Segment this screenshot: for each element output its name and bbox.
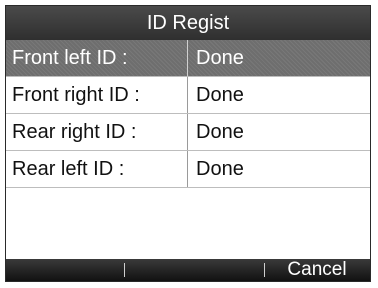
row-label: Rear right ID : — [6, 114, 188, 150]
title-bar: ID Regist — [6, 6, 370, 40]
row-front-right-id[interactable]: Front right ID : Done — [6, 77, 370, 114]
row-rear-left-id[interactable]: Rear left ID : Done — [6, 151, 370, 188]
row-status: Done — [196, 46, 244, 69]
id-list: Front left ID : Done Front right ID : Do… — [6, 40, 370, 188]
row-status: Done — [196, 120, 244, 143]
screen-title: ID Regist — [146, 11, 230, 34]
row-label: Front right ID : — [6, 77, 188, 113]
softkey-divider — [124, 263, 125, 277]
row-front-left-id[interactable]: Front left ID : Done — [6, 40, 370, 77]
softkey-left[interactable] — [6, 259, 124, 281]
device-screen: ID Regist Front left ID : Done Front rig… — [5, 5, 371, 282]
row-rear-right-id[interactable]: Rear right ID : Done — [6, 114, 370, 151]
row-status: Done — [196, 83, 244, 106]
softkey-bar: Cancel — [6, 259, 370, 281]
softkey-middle[interactable] — [124, 259, 264, 281]
row-label: Rear left ID : — [6, 151, 188, 187]
cancel-button[interactable]: Cancel — [264, 259, 370, 281]
softkey-divider — [264, 263, 265, 277]
row-label: Front left ID : — [6, 40, 188, 76]
row-status: Done — [196, 157, 244, 180]
